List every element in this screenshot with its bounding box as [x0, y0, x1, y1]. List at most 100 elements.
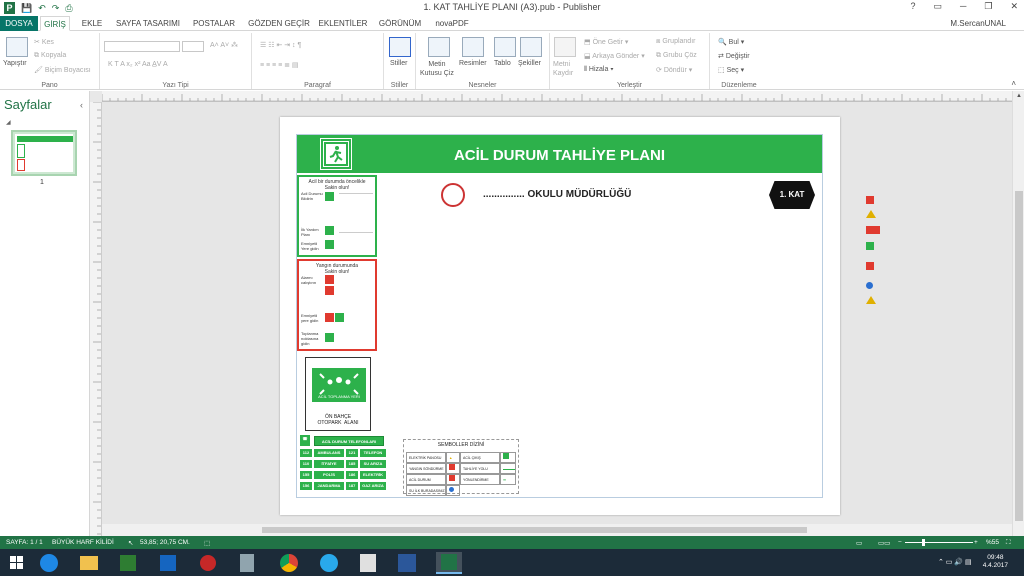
fire-instructions-box[interactable]: Yangın durumunda Sakin olun! Alarmı calı… [297, 259, 377, 351]
word-icon[interactable] [398, 554, 416, 572]
paste-button[interactable]: Yapıştır [3, 60, 27, 67]
file-explorer-icon[interactable] [80, 556, 98, 570]
horizontal-ruler[interactable] [101, 91, 1014, 102]
collapse-ribbon-icon[interactable]: ˄ [1011, 79, 1016, 88]
system-clock[interactable]: 09:48 4.4.2017 [983, 554, 1008, 570]
zoom-in-icon[interactable]: + [974, 539, 978, 546]
shapes-button[interactable]: Şekiller [518, 60, 541, 67]
symbols-legend[interactable]: SEMBOLLER DİZİNİ ELEKTRİK PANOSU ▲ ACİL … [403, 439, 519, 496]
font-size-combo[interactable] [182, 41, 204, 52]
tab-insert[interactable]: EKLE [74, 16, 110, 31]
horizontal-scroll-thumb[interactable] [262, 527, 807, 533]
tab-view[interactable]: GÖRÜNÜM [374, 16, 426, 31]
align-button[interactable]: ⫴ Hizala ▾ [584, 66, 614, 74]
paste-icon[interactable] [6, 37, 28, 57]
styles-button[interactable]: Stiller [390, 60, 408, 67]
minimize-button[interactable]: ─ [960, 1, 966, 12]
table-button[interactable]: Tablo [494, 60, 511, 67]
chrome-icon[interactable] [280, 554, 298, 572]
wrap-text-icon[interactable] [554, 37, 576, 57]
warning-icon-2[interactable] [866, 296, 876, 304]
pane-collapse-icon[interactable]: ‹ [80, 100, 83, 110]
ungroup-button[interactable]: ⧉ Grubu Çöz [656, 52, 697, 60]
evacuation-plan-poster[interactable]: ACİL DURUM TAHLİYE PLANI ...............… [296, 134, 823, 498]
java-icon[interactable] [360, 554, 376, 572]
zoom-slider-thumb[interactable] [922, 539, 925, 546]
draw-textbox-button[interactable]: Metin Kutusu Çiz [420, 60, 454, 78]
tab-file[interactable]: DOSYA [0, 16, 38, 31]
grow-font-icon[interactable]: A˄ A˅ ⁂ [210, 41, 238, 49]
tab-review[interactable]: GÖZDEN GEÇİR [246, 16, 312, 31]
styles-icon[interactable] [389, 37, 411, 57]
bring-forward-button[interactable]: ⬒ Öne Getir ▾ [584, 38, 628, 46]
tab-mailings[interactable]: POSTALAR [186, 16, 242, 31]
scroll-up-icon[interactable]: ▲ [1016, 93, 1022, 99]
select-button[interactable]: ⬚ Seç ▾ [718, 66, 744, 74]
single-page-view-icon[interactable]: ▭ [856, 539, 862, 547]
two-page-view-icon[interactable]: ▭▭ [878, 539, 890, 547]
replace-button[interactable]: ⇄ Değiştir [718, 52, 750, 60]
fire-alarm-sign-icon[interactable] [866, 262, 874, 270]
copy-button[interactable]: ⧉ Kopyala [34, 52, 66, 60]
find-button[interactable]: 🔍 Bul ▾ [718, 38, 744, 46]
vertical-scrollbar[interactable]: ▲ [1012, 91, 1024, 536]
vertical-scroll-thumb[interactable] [1015, 191, 1023, 521]
school-name[interactable]: ............... OKULU MÜDÜRLÜĞÜ [483, 189, 631, 200]
help-button[interactable]: ? [910, 1, 915, 12]
tray-icons[interactable]: ⌃ ▭ 🔊 ▤ [938, 558, 972, 566]
publisher-taskbar-icon[interactable] [436, 552, 462, 574]
vertical-ruler[interactable] [90, 101, 102, 536]
zoom-level[interactable]: %55 [986, 539, 999, 546]
pictures-icon[interactable] [462, 37, 484, 57]
floor-badge[interactable]: 1. KAT [769, 181, 815, 209]
format-painter-button[interactable]: 🖌 Biçim Boyacısı [34, 66, 91, 74]
start-button-icon[interactable] [6, 552, 28, 574]
tab-page-design[interactable]: SAYFA TASARIMI [112, 16, 184, 31]
expand-triangle-icon[interactable]: ◢ [6, 119, 11, 126]
emergency-instructions-box[interactable]: Acil bir durumda öncelikle Sakin olun! A… [297, 175, 377, 257]
snipping-tool-icon[interactable] [200, 555, 216, 571]
align-icons[interactable]: ≡ ≡ ≡ ≡ ≣ ▤ [260, 61, 299, 69]
textbox-icon[interactable] [428, 37, 450, 57]
page-thumbnail[interactable] [11, 130, 77, 176]
zoom-out-icon[interactable]: − [898, 539, 902, 546]
tab-novapdf[interactable]: novaPDF [430, 16, 474, 31]
close-button[interactable]: ✕ [1010, 1, 1018, 12]
restore-button[interactable]: ❐ [984, 1, 992, 12]
fire-hose-icon[interactable] [866, 226, 880, 234]
group-button[interactable]: ⧈ Gruplandır [656, 38, 695, 46]
shapes-icon[interactable] [520, 37, 542, 57]
calculator-icon[interactable] [240, 554, 254, 572]
emergency-row-1: Acil Durumu Bildirin [301, 191, 323, 201]
poster-banner[interactable]: ACİL DURUM TAHLİYE PLANI [297, 135, 822, 173]
font-name-combo[interactable] [104, 41, 180, 52]
ribbon-display-icon[interactable]: ▭ [933, 1, 942, 12]
tab-home[interactable]: GİRİŞ [40, 16, 70, 31]
telegram-icon[interactable] [320, 554, 338, 572]
assembly-area-box[interactable]: ACİL TOPLANMA YERİ ÖN BAHÇE OTOPARK ALAN… [305, 357, 371, 431]
status-page[interactable]: SAYFA: 1 / 1 [6, 539, 43, 546]
pictures-button[interactable]: Resimler [459, 60, 487, 67]
rotate-button[interactable]: ⟳ Döndür ▾ [656, 66, 692, 74]
zoom-slider[interactable] [905, 542, 973, 543]
warning-icon[interactable] [866, 210, 876, 218]
table-icon[interactable] [494, 37, 516, 57]
fit-page-icon[interactable]: ⛶ [1006, 539, 1011, 547]
wrap-text-button[interactable]: Metni Kaydır [553, 60, 573, 78]
poster-title[interactable]: ACİL DURUM TAHLİYE PLANI [297, 147, 822, 164]
status-size-icon: ⬚ [204, 540, 211, 547]
cut-button[interactable]: ✂ Kes [34, 38, 54, 46]
user-name[interactable]: M.SercanUNAL [950, 16, 1006, 31]
exit-sign-icon[interactable] [866, 242, 874, 250]
you-are-here-icon[interactable] [866, 282, 873, 289]
store-icon[interactable] [120, 555, 136, 571]
electric-panel-icon[interactable] [866, 196, 874, 204]
list-icons[interactable]: ☰ ☷ ⇤ ⇥ ↕ ¶ [260, 41, 301, 49]
send-backward-button[interactable]: ⬓ Arkaya Gönder ▾ [584, 52, 645, 60]
horizontal-scrollbar[interactable] [102, 524, 1012, 536]
font-format-icons[interactable]: K T A x₂ x² Aa A̲V A [108, 61, 168, 68]
edge-browser-icon[interactable] [40, 554, 58, 572]
tab-addins[interactable]: EKLENTİLER [316, 16, 370, 31]
ministry-logo-icon[interactable] [441, 183, 465, 207]
outlook-icon[interactable] [160, 555, 176, 571]
